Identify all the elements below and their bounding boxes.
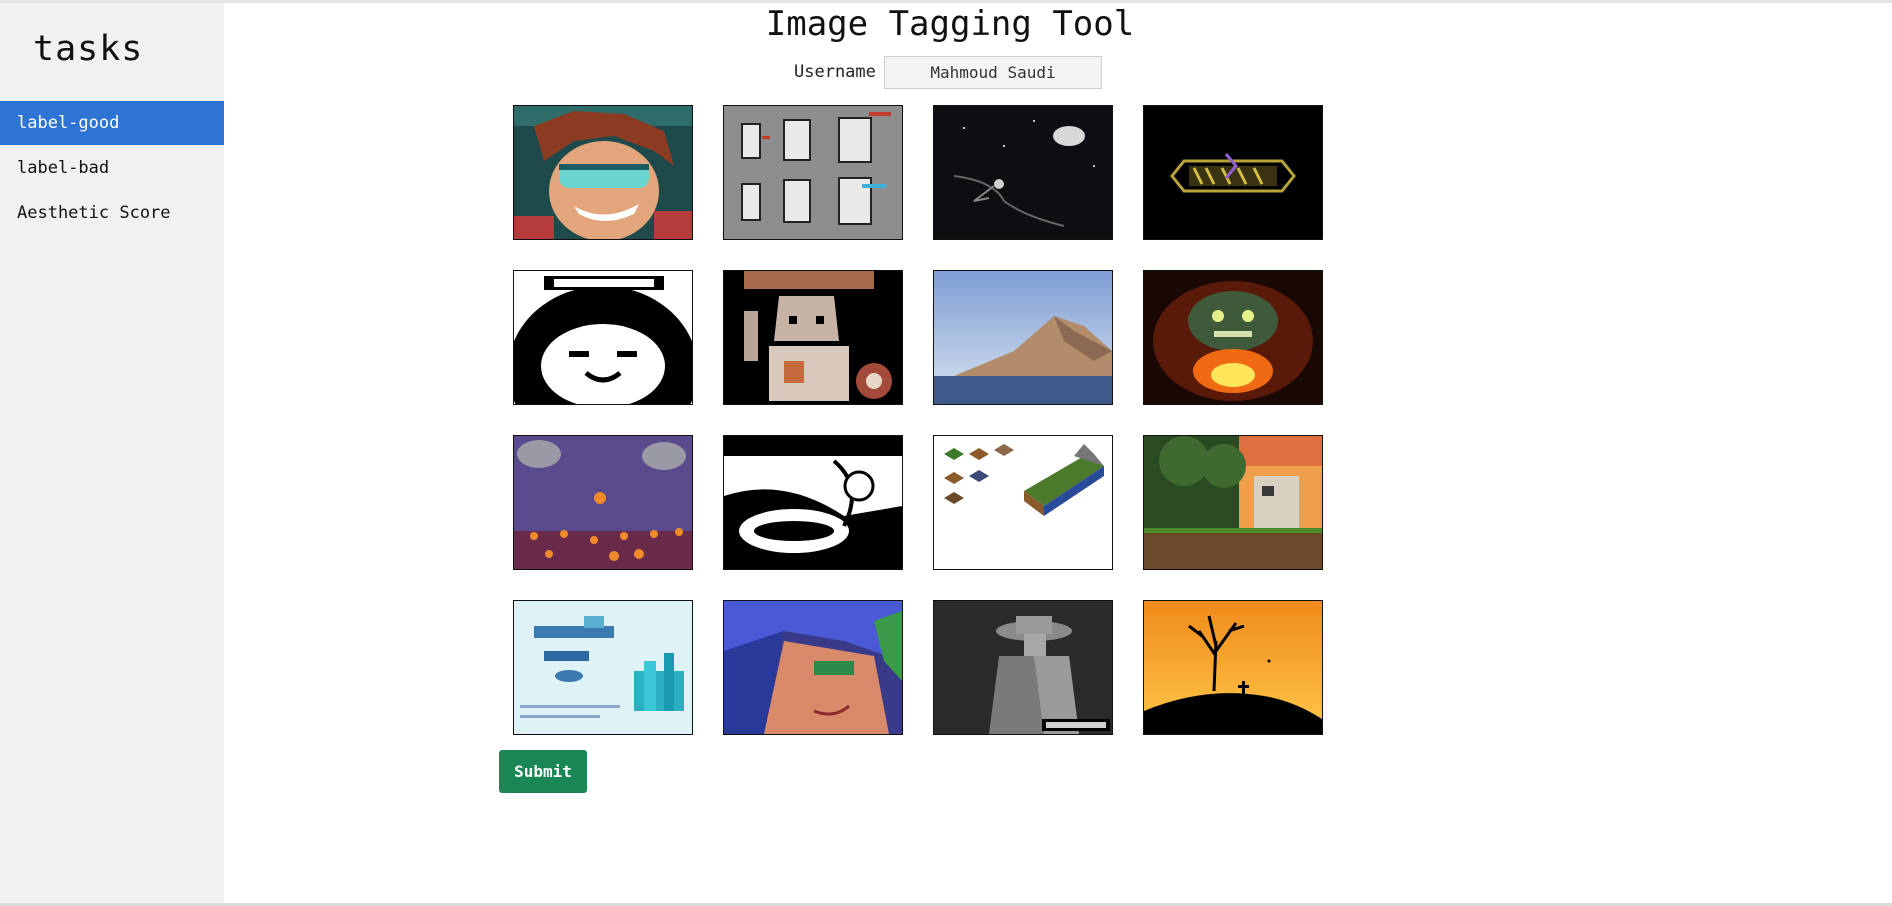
image-thumbnail[interactable] bbox=[513, 435, 693, 570]
image-thumbnail[interactable] bbox=[933, 435, 1113, 570]
sidebar-title: tasks bbox=[33, 29, 144, 69]
page-title: Image Tagging Tool bbox=[765, 4, 1135, 44]
image-thumbnail[interactable] bbox=[723, 435, 903, 570]
sunset-tree-image bbox=[1144, 601, 1322, 734]
image-thumbnail[interactable] bbox=[1143, 600, 1323, 735]
image-thumbnail[interactable] bbox=[933, 270, 1113, 405]
mountain-landscape-image bbox=[934, 271, 1112, 404]
username-input[interactable] bbox=[884, 56, 1102, 89]
image-thumbnail[interactable] bbox=[723, 105, 903, 240]
bw-sketch-image bbox=[724, 436, 902, 569]
night-sky-image bbox=[934, 106, 1112, 239]
robot-sprites-image bbox=[724, 106, 902, 239]
image-thumbnail[interactable] bbox=[513, 105, 693, 240]
logo-image bbox=[1144, 106, 1322, 239]
sidebar: tasks label-good label-bad Aesthetic Sco… bbox=[0, 3, 224, 906]
campfire-monster-image bbox=[1144, 271, 1322, 404]
image-thumbnail[interactable] bbox=[723, 270, 903, 405]
image-thumbnail[interactable] bbox=[723, 600, 903, 735]
blue-hair-portrait-image bbox=[724, 601, 902, 734]
floating-city-image bbox=[514, 601, 692, 734]
username-label: Username bbox=[794, 62, 876, 82]
image-thumbnail[interactable] bbox=[933, 600, 1113, 735]
lantern-night-image bbox=[514, 436, 692, 569]
sloth-face-image bbox=[514, 271, 692, 404]
image-thumbnail[interactable] bbox=[1143, 270, 1323, 405]
image-thumbnail[interactable] bbox=[1143, 435, 1323, 570]
robot-character-image bbox=[724, 271, 902, 404]
image-thumbnail[interactable] bbox=[513, 270, 693, 405]
top-border bbox=[0, 0, 1892, 3]
submit-button[interactable]: Submit bbox=[499, 750, 587, 793]
image-grid bbox=[513, 105, 1323, 735]
sidebar-item-label-bad[interactable]: label-bad bbox=[0, 146, 224, 190]
platformer-level-image bbox=[1144, 436, 1322, 569]
noir-detective-image bbox=[934, 601, 1112, 734]
image-thumbnail[interactable] bbox=[933, 105, 1113, 240]
sidebar-item-aesthetic-score[interactable]: Aesthetic Score bbox=[0, 191, 224, 235]
image-thumbnail[interactable] bbox=[513, 600, 693, 735]
image-thumbnail[interactable] bbox=[1143, 105, 1323, 240]
pixel-portrait-image bbox=[514, 106, 692, 239]
sidebar-item-label-good[interactable]: label-good bbox=[0, 101, 224, 145]
isometric-tiles-image bbox=[934, 436, 1112, 569]
